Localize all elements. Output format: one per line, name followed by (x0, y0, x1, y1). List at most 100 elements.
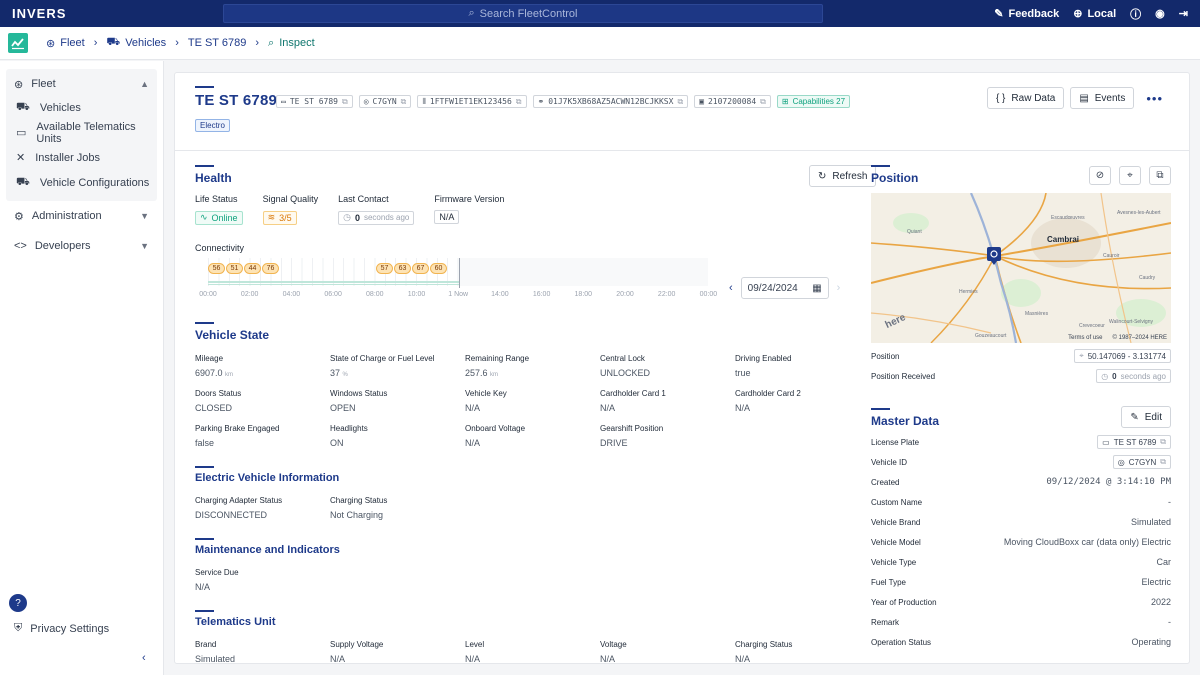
edit-button[interactable]: ✎ Edit (1121, 406, 1171, 428)
last-contact-badge: ◷ 0 seconds ago (338, 210, 415, 225)
sidebar-item-installer[interactable]: ✕ Installer Jobs (6, 145, 157, 170)
position-received-row: Position Received ◷ 0 seconds ago (871, 366, 1171, 386)
section-accent (195, 537, 214, 540)
list-icon: ▤ (1079, 92, 1089, 104)
chevron-right-icon: › (175, 37, 179, 49)
status-value: Online (211, 212, 238, 223)
help-icon[interactable]: ⓘ (1130, 6, 1141, 22)
breadcrumb-fleet[interactable]: ⊛ Fleet (46, 37, 85, 50)
sidebar-item-telematics[interactable]: ▭ Available Telematics Units (6, 120, 157, 145)
signal-badge: ≋ 3/5 (262, 210, 297, 225)
feedback-button[interactable]: ✎ Feedback (994, 7, 1059, 21)
field-label: Vehicle Brand (871, 517, 921, 527)
telematics-id-chip[interactable]: ▣ 2107200084 ⧉ (694, 95, 771, 108)
metric-label: Life Status (195, 194, 238, 204)
locate-button[interactable]: ⌖ (1119, 166, 1141, 185)
section-accent (871, 408, 890, 410)
copy-icon[interactable]: ⧉ (1160, 437, 1166, 447)
search-input[interactable]: ⌕ Search FleetControl (223, 4, 823, 23)
copy-icon[interactable]: ⧉ (760, 97, 766, 107)
timeline-tick-label: 08:00 (366, 290, 384, 298)
field-label: Fuel Type (871, 577, 906, 587)
sidebar-item-vehicles[interactable]: ⛟ Vehicles (6, 95, 157, 120)
copy-icon[interactable]: ⧉ (516, 97, 522, 107)
position-row: Position ⌖ 50.147069 - 3.131774 (871, 346, 1171, 366)
date-input[interactable]: 09/24/2024 ▦ (740, 277, 829, 299)
terms-link[interactable]: Terms of use (1068, 335, 1102, 341)
master-data-chip[interactable]: ▭ TE ST 6789 ⧉ (1097, 435, 1171, 449)
copy-icon[interactable]: ⧉ (677, 97, 683, 107)
field-value: N/A (735, 403, 870, 413)
field-value: Simulated (195, 654, 330, 664)
sidebar-item-label: Administration (31, 210, 102, 222)
field: Doors Status CLOSED (195, 389, 330, 413)
next-day-icon[interactable]: › (837, 282, 841, 294)
field-value-text: N/A (735, 402, 751, 413)
uuid-chip[interactable]: ⚭ 01J7K5XB68AZ5ACWN12BCJKKSX ⧉ (532, 95, 689, 108)
breadcrumb-vehicles[interactable]: ⛟ Vehicles (106, 36, 166, 50)
sidebar-item-fleet[interactable]: ⊛ Fleet ▲ (6, 73, 157, 95)
capabilities-badge[interactable]: ⊞ Capabilities 27 (776, 95, 851, 108)
field-value: N/A (465, 403, 600, 413)
vehicle-id-chip[interactable]: ◎ C7GYN ⧉ (358, 95, 412, 108)
connection-line (208, 280, 459, 283)
right-column: Position ⊘ ⌖ ⧉ Cambrai Quiant Masnières … (871, 165, 1171, 652)
copy-icon[interactable]: ⧉ (342, 97, 348, 107)
refresh-button[interactable]: ↻ Refresh (809, 165, 877, 187)
copy-position-button[interactable]: ⧉ (1149, 166, 1171, 185)
user-icon[interactable]: ◉ (1155, 7, 1165, 20)
field-value-text: N/A (600, 653, 616, 664)
breadcrumb-vehicle[interactable]: TE ST 6789 (188, 37, 247, 49)
sidebar-item-developers[interactable]: <> Developers ▼ (0, 231, 163, 261)
breadcrumb-inspect[interactable]: ⌕ Inspect (268, 37, 315, 50)
field-label: Vehicle Model (871, 537, 921, 547)
sidebar-item-configurations[interactable]: ⛟ Vehicle Configurations (6, 170, 157, 195)
app-logo-icon[interactable] (8, 33, 28, 53)
maintenance-section: Maintenance and Indicators Service Due N/… (195, 537, 855, 592)
field-value-text: ON (330, 437, 344, 448)
more-options-icon[interactable]: ••• (1140, 91, 1169, 106)
vehicle-title-block: TE ST 6789 (195, 86, 277, 109)
field-value: UNLOCKED (600, 368, 735, 378)
field-value: Operating (1131, 637, 1171, 647)
field-label: Central Lock (600, 353, 645, 363)
map-place-label: Caudry (1139, 275, 1156, 281)
raw-data-button[interactable]: { } Raw Data (986, 87, 1065, 109)
vehicle-state-title: Vehicle State (195, 327, 270, 342)
events-button[interactable]: ▤ Events (1070, 87, 1135, 109)
connectivity-timeline[interactable]: 56 51 44 76 57 63 67 60 00:00 02:00 04:00 06:00 08:… (195, 257, 717, 298)
field-label: Remark (871, 617, 900, 627)
position-chip[interactable]: ⌖ 50.147069 - 3.131774 (1074, 349, 1171, 363)
license-plate-chip[interactable]: ▭ TE ST 6789 ⧉ (276, 95, 353, 108)
signal-bubble: 67 (412, 262, 429, 274)
position-map[interactable]: Cambrai Quiant Masnières Avesnes-les-Aubert… (871, 193, 1171, 343)
field-value: - (1168, 497, 1171, 507)
calendar-icon: ▦ (812, 282, 822, 294)
copy-icon[interactable]: ⧉ (1160, 457, 1166, 467)
hide-map-button[interactable]: ⊘ (1089, 166, 1111, 185)
last-contact-suffix: seconds ago (363, 213, 410, 222)
collapse-sidebar-icon[interactable]: ‹ (142, 652, 146, 664)
metric-label: Firmware Version (434, 194, 505, 204)
map-pin-icon: ⌖ (1079, 351, 1084, 360)
map-place-label: Avesnes-les-Aubert (1117, 210, 1161, 216)
plate-icon: ▭ (281, 97, 286, 106)
field-unit: km (490, 371, 499, 378)
sidebar-item-administration[interactable]: ⚙ Administration ▼ (0, 201, 163, 231)
chat-help-icon[interactable]: ? (9, 594, 27, 612)
previous-day-icon[interactable]: ‹ (729, 282, 733, 294)
field: Service Due N/A (195, 568, 330, 592)
health-title: Health (195, 171, 232, 185)
field-value-text: N/A (195, 581, 211, 592)
master-data-title: Master Data (871, 414, 940, 428)
field-label: Charging Status (330, 495, 388, 505)
privacy-settings-link[interactable]: ⛨ Privacy Settings (14, 622, 109, 635)
vin-chip[interactable]: ⦀ 1FTFW1ET1EK123456 ⧉ (417, 95, 527, 108)
master-data-chip[interactable]: ◎ C7GYN ⧉ (1112, 455, 1171, 469)
metric-label: Last Contact (338, 194, 389, 204)
locale-button[interactable]: ⊕ Local (1073, 7, 1116, 21)
copy-icon[interactable]: ⧉ (401, 97, 407, 107)
logout-icon[interactable]: ⇥ (1179, 7, 1188, 20)
brand-logo[interactable]: INVERS (12, 6, 223, 21)
field-value: Simulated (1130, 517, 1171, 527)
